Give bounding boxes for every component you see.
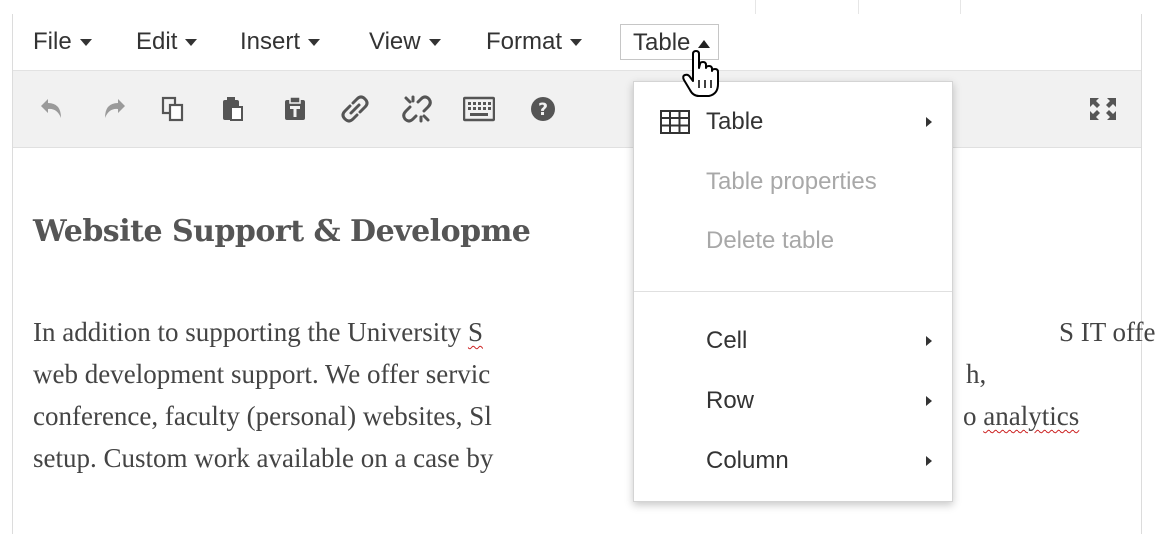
paragraph-line: web development support. We offer servic <box>33 359 491 389</box>
content-heading: Website Support & Developme <box>33 214 531 249</box>
insert-link-button[interactable] <box>335 89 375 129</box>
menu-item-delete-table[interactable]: Delete table <box>634 213 952 269</box>
menu-insert[interactable]: Insert <box>234 24 326 60</box>
keyboard-shortcuts-icon <box>463 96 495 122</box>
table-grid-icon <box>660 110 690 134</box>
paragraph-line-tail: S IT offers <box>1059 317 1156 347</box>
paste-as-text-icon <box>285 96 305 120</box>
menu-item-table-properties[interactable]: Table properties <box>634 154 952 210</box>
tab-divider <box>858 0 859 14</box>
chevron-right-icon <box>926 396 932 406</box>
insert-link-icon <box>341 95 369 123</box>
hand-cursor-icon <box>682 50 719 97</box>
redo-button[interactable] <box>95 89 135 129</box>
menu-item-label: Table <box>706 108 764 135</box>
fullscreen-icon <box>1090 98 1116 120</box>
menu-item-table[interactable]: Table <box>634 94 952 150</box>
help-icon: ? <box>531 97 555 121</box>
paste-button[interactable] <box>213 89 253 129</box>
menu-item-label: Cell <box>706 327 748 354</box>
rich-text-editor: File Edit Insert View Format Table ? Web… <box>12 14 1156 538</box>
menu-format[interactable]: Format <box>480 24 588 60</box>
menu-item-label: Table properties <box>706 168 877 195</box>
undo-icon <box>41 99 61 118</box>
menu-item-row[interactable]: Row <box>634 373 952 429</box>
paragraph-line-tail: o analytics <box>963 401 1080 431</box>
paragraph-line: In addition to supporting the University… <box>33 317 483 347</box>
chevron-right-icon <box>926 117 932 127</box>
menu-file[interactable]: File <box>27 24 98 60</box>
chevron-down-icon <box>308 39 321 47</box>
menu-item-label: Row <box>706 387 755 414</box>
table-menu-dropdown: Table Table properties Delete table Cell… <box>633 81 953 502</box>
toolbar: ? <box>13 71 1141 148</box>
chevron-down-icon <box>428 39 441 47</box>
unlink-icon <box>402 95 432 123</box>
paste-as-text-button[interactable] <box>275 89 315 129</box>
menu-item-label: Delete table <box>706 227 835 254</box>
menu-edit[interactable]: Edit <box>130 24 203 60</box>
chevron-down-icon <box>185 39 198 47</box>
spellcheck-word: analytics <box>983 401 1080 431</box>
chevron-right-icon <box>926 456 932 466</box>
tab-divider <box>755 0 756 14</box>
chevron-down-icon <box>79 39 92 47</box>
fullscreen-button[interactable] <box>1083 89 1123 129</box>
help-button[interactable]: ? <box>523 89 563 129</box>
chevron-down-icon <box>570 39 583 47</box>
menu-item-column[interactable]: Column <box>634 433 952 489</box>
top-strip <box>0 0 1156 14</box>
chevron-up-icon <box>698 39 711 48</box>
keyboard-shortcuts-button[interactable] <box>459 89 499 129</box>
menu-item-label: Column <box>706 447 789 474</box>
chevron-right-icon <box>926 336 932 346</box>
spellcheck-word: S <box>467 317 483 347</box>
unlink-button[interactable] <box>397 89 437 129</box>
paragraph-line: conference, faculty (personal) websites,… <box>33 401 492 431</box>
paragraph-line: setup. Custom work available on a case b… <box>33 443 494 473</box>
redo-icon <box>105 99 125 118</box>
copy-button[interactable] <box>153 89 193 129</box>
paste-icon <box>223 97 243 121</box>
copy-icon <box>161 96 184 122</box>
menu-item-cell[interactable]: Cell <box>634 313 952 369</box>
menubar: File Edit Insert View Format Table <box>13 14 1141 71</box>
menu-view[interactable]: View <box>363 24 447 60</box>
editor-content[interactable]: Website Support & Developme In addition … <box>13 148 1156 538</box>
undo-button[interactable] <box>31 89 71 129</box>
svg-text:?: ? <box>538 100 548 120</box>
tab-divider <box>960 0 961 14</box>
paragraph-line-tail: h, <box>966 359 987 389</box>
menu-separator <box>634 291 952 292</box>
